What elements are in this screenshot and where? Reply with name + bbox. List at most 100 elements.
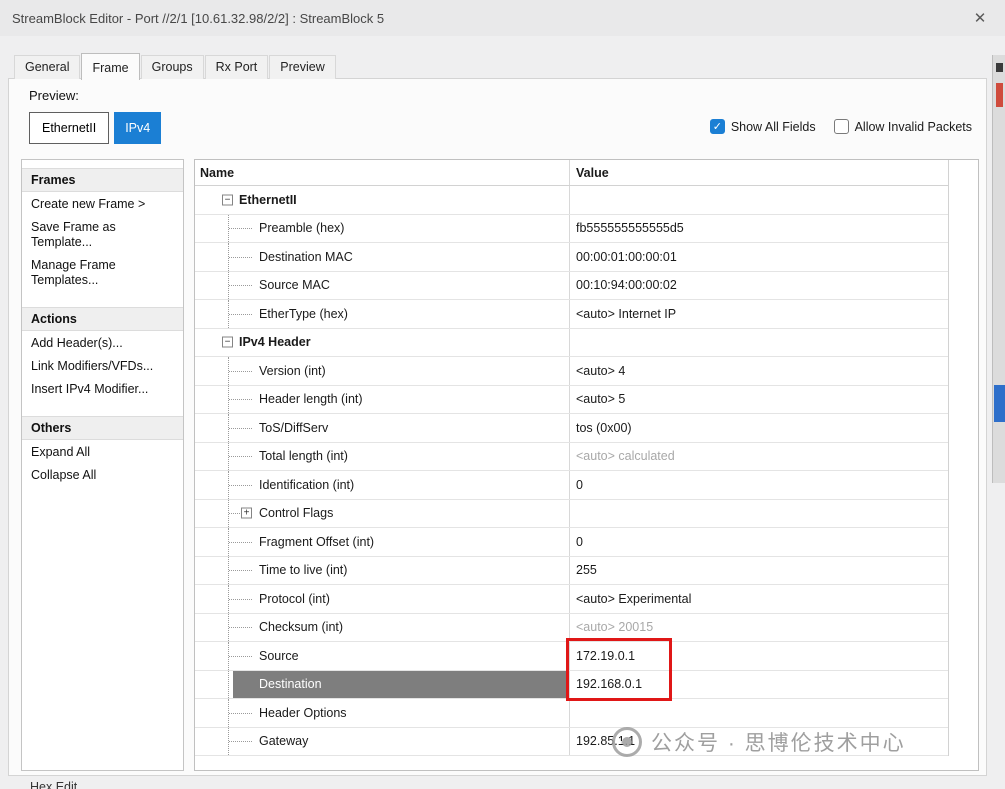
collapse-icon[interactable]: −	[222, 337, 233, 348]
value-cell[interactable]	[569, 699, 948, 727]
value-cell[interactable]: 172.19.0.1	[569, 642, 948, 670]
name-cell: Checksum (int)	[195, 614, 569, 642]
tree-row-checksum-int[interactable]: Checksum (int) <auto> 20015	[195, 614, 948, 643]
row-name-label: IPv4 Header	[239, 335, 311, 349]
tree-guide-line	[229, 257, 252, 258]
tab-general[interactable]: General	[14, 55, 80, 79]
tab-frame[interactable]: Frame	[81, 53, 139, 80]
value-cell[interactable]: <auto> 20015	[569, 614, 948, 642]
tree-row-time-to-live-int[interactable]: Time to live (int)255	[195, 557, 948, 586]
clipped-bottom-label: Hex Edit	[30, 780, 77, 789]
row-name-label: Checksum (int)	[259, 620, 343, 634]
value-cell[interactable]: 00:10:94:00:00:02	[569, 272, 948, 300]
tree-row-fragment-offset-int[interactable]: Fragment Offset (int)0	[195, 528, 948, 557]
watermark-text: 公众号 · 思博伦技术中心	[651, 727, 906, 757]
sidebar-section-frames: Frames	[22, 168, 183, 192]
name-cell: −EthernetII	[195, 186, 569, 214]
tree-row-header-options[interactable]: Header Options	[195, 699, 948, 728]
preview-label: Preview:	[29, 88, 79, 103]
sidebar-item-collapse-all[interactable]: Collapse All	[22, 463, 183, 486]
column-header-value[interactable]: Value	[569, 160, 948, 185]
name-cell: ToS/DiffServ	[195, 414, 569, 442]
tab-rx-port[interactable]: Rx Port	[205, 55, 269, 79]
background-window-edge	[992, 55, 1005, 483]
tree-row-source-mac[interactable]: Source MAC00:10:94:00:00:02	[195, 272, 948, 301]
checkbox-checked-icon: ✓	[710, 119, 725, 134]
allow-invalid-packets-checkbox[interactable]: Allow Invalid Packets	[834, 119, 972, 134]
value-cell[interactable]: <auto> 4	[569, 357, 948, 385]
tree-guide-line	[229, 542, 252, 543]
sidebar-item-save-frame-as-template[interactable]: Save Frame as Template...	[22, 215, 183, 253]
tree-row-identification-int[interactable]: Identification (int)0	[195, 471, 948, 500]
value-cell[interactable]: fb555555555555d5	[569, 215, 948, 243]
collapse-icon[interactable]: −	[222, 194, 233, 205]
name-cell: Time to live (int)	[195, 557, 569, 585]
name-cell: Identification (int)	[195, 471, 569, 499]
sidebar-item-link-modifiers-vfds[interactable]: Link Modifiers/VFDs...	[22, 354, 183, 377]
tab-groups[interactable]: Groups	[141, 55, 204, 79]
tree-row-total-length-int[interactable]: Total length (int)<auto> calculated	[195, 443, 948, 472]
tab-preview[interactable]: Preview	[269, 55, 335, 79]
tree-row-ethertype-hex[interactable]: EtherType (hex) <auto> Internet IP	[195, 300, 948, 329]
value-cell[interactable]	[569, 500, 948, 528]
row-name-label: EtherType (hex)	[259, 307, 348, 321]
sidebar-item-create-new-frame[interactable]: Create new Frame >	[22, 192, 183, 215]
value-cell[interactable]: 192.168.0.1	[569, 671, 948, 699]
value-cell[interactable]: <auto> 5	[569, 386, 948, 414]
row-name-label: Protocol (int)	[259, 592, 330, 606]
sidebar-section-actions: Actions	[22, 307, 183, 331]
expand-icon[interactable]: +	[241, 508, 252, 519]
tree-row-destination[interactable]: Destination192.168.0.1	[195, 671, 948, 700]
tree-guide-line	[229, 485, 252, 486]
field-options: ✓ Show All Fields Allow Invalid Packets	[710, 119, 972, 134]
sidebar-item-add-header-s[interactable]: Add Header(s)...	[22, 331, 183, 354]
tree-guide-line	[229, 713, 252, 714]
tree-row-ipv4-header[interactable]: −IPv4 Header	[195, 329, 948, 358]
tree-row-tos-diffserv[interactable]: ToS/DiffServtos (0x00)	[195, 414, 948, 443]
tab-strip: GeneralFrameGroupsRx PortPreview	[14, 53, 336, 79]
name-cell: Fragment Offset (int)	[195, 528, 569, 556]
frame-editor-body: FramesCreate new Frame >Save Frame as Te…	[21, 159, 979, 771]
tree-row-header-length-int[interactable]: Header length (int)<auto> 5	[195, 386, 948, 415]
tree-guide-line	[229, 627, 252, 628]
allow-invalid-packets-label: Allow Invalid Packets	[855, 120, 972, 134]
sidebar: FramesCreate new Frame >Save Frame as Te…	[21, 159, 184, 771]
value-cell[interactable]: <auto> Internet IP	[569, 300, 948, 328]
value-cell[interactable]: tos (0x00)	[569, 414, 948, 442]
value-cell[interactable]	[569, 186, 948, 214]
value-cell[interactable]: <auto> calculated	[569, 443, 948, 471]
value-cell[interactable]: 00:00:01:00:00:01	[569, 243, 948, 271]
show-all-fields-checkbox[interactable]: ✓ Show All Fields	[710, 119, 816, 134]
value-cell[interactable]: 255	[569, 557, 948, 585]
close-button[interactable]: ✕	[967, 6, 993, 30]
background-scrollbar-thumb[interactable]	[994, 385, 1005, 422]
name-cell: Protocol (int)	[195, 585, 569, 613]
sidebar-item-expand-all[interactable]: Expand All	[22, 440, 183, 463]
tree-row-protocol-int[interactable]: Protocol (int) <auto> Experimental	[195, 585, 948, 614]
value-cell[interactable]	[569, 329, 948, 357]
tree-guide-line	[229, 570, 252, 571]
tree-row-version-int[interactable]: Version (int)<auto> 4	[195, 357, 948, 386]
tree-row-destination-mac[interactable]: Destination MAC00:00:01:00:00:01	[195, 243, 948, 272]
name-cell: Header Options	[195, 699, 569, 727]
frame-tab-panel: Preview: EthernetIIIPv4 ✓ Show All Field…	[8, 78, 987, 776]
tree-guide-line	[229, 456, 252, 457]
tree-guide-line	[229, 314, 252, 315]
column-header-name[interactable]: Name	[195, 160, 569, 185]
name-cell: Preamble (hex)	[195, 215, 569, 243]
name-cell: Source	[195, 642, 569, 670]
tree-row-preamble-hex[interactable]: Preamble (hex)fb555555555555d5	[195, 215, 948, 244]
preview-button-ethernetii[interactable]: EthernetII	[29, 112, 109, 144]
sidebar-item-insert-ipv4-modifier[interactable]: Insert IPv4 Modifier...	[22, 377, 183, 400]
tree-row-control-flags[interactable]: + Control Flags	[195, 500, 948, 529]
sidebar-item-manage-frame-templates[interactable]: Manage Frame Templates...	[22, 253, 183, 291]
tree-row-ethernetii[interactable]: −EthernetII	[195, 186, 948, 215]
row-name-label: Control Flags	[259, 506, 333, 520]
tree-row-source[interactable]: Source172.19.0.1	[195, 642, 948, 671]
value-cell[interactable]: <auto> Experimental	[569, 585, 948, 613]
value-cell[interactable]: 0	[569, 528, 948, 556]
value-cell[interactable]: 0	[569, 471, 948, 499]
preview-button-ipv4[interactable]: IPv4	[114, 112, 161, 144]
preview-header-buttons: EthernetIIIPv4	[29, 112, 161, 144]
titlebar: StreamBlock Editor - Port //2/1 [10.61.3…	[0, 0, 1005, 36]
